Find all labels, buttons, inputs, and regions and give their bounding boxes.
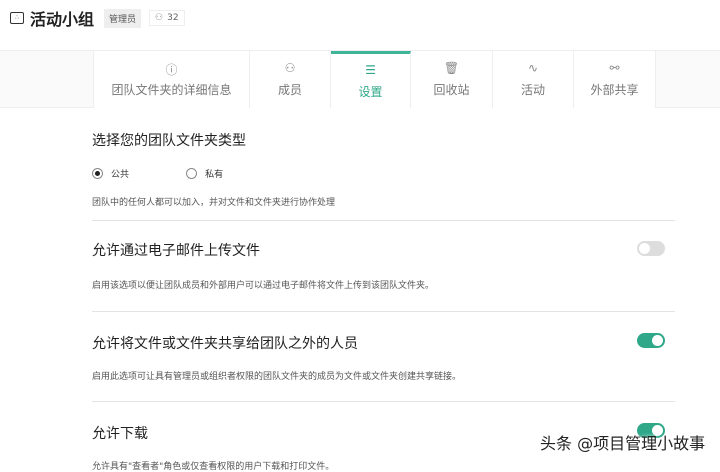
radio-dot — [92, 168, 103, 179]
tab-activity[interactable]: ∿ 活动 — [493, 51, 574, 108]
folder-type-heading: 选择您的团队文件夹类型 — [92, 133, 246, 149]
info-icon: ⓘ — [165, 63, 178, 77]
tab-details[interactable]: ⓘ 团队文件夹的详细信息 — [93, 51, 250, 108]
external-share-toggle[interactable] — [637, 333, 665, 348]
tab-bar: ⓘ 团队文件夹的详细信息 ⚇ 成员 ☰ 设置 🗑︎ 回收站 ∿ 活动 ⚯ 外部共享 — [0, 50, 720, 108]
setting-heading: 允许通过电子邮件上传文件 — [92, 243, 260, 259]
settings-sliders-icon: ☰ — [365, 62, 376, 77]
setting-desc: 启用该选项以便让团队成员和外部用户可以通过电子邮件将文件上传到该团队文件夹。 — [92, 281, 435, 291]
tab-trash[interactable]: 🗑︎ 回收站 — [411, 51, 493, 108]
divider — [92, 401, 675, 402]
setting-heading: 允许将文件或文件夹共享给团队之外的人员 — [92, 336, 358, 352]
page-title: 活动小组 — [30, 10, 95, 29]
member-count-button[interactable]: ⚇ 32 — [149, 10, 185, 26]
activity-icon: ∿ — [527, 61, 539, 75]
radio-dot — [186, 168, 198, 179]
watermark: 头条 @项目管理小故事 — [540, 434, 706, 453]
setting-desc: 启用此选项可让具有管理员或组织者权限的团队文件夹的成员为文件或文件夹创建共享链接… — [92, 372, 462, 382]
user-icon: ⚇ — [155, 13, 164, 23]
team-folder-icon: ∴ — [10, 12, 24, 24]
role-badge: 管理员 — [104, 8, 142, 28]
folder-type-desc: 团队中的任何人都可以加入，并对文件和文件夹进行协作处理 — [92, 198, 336, 208]
tab-external-share[interactable]: ⚯ 外部共享 — [574, 51, 656, 108]
email-upload-setting: 允许通过电子邮件上传文件 启用该选项以便让团队成员和外部用户可以通过电子邮件将文… — [92, 240, 675, 291]
members-icon: ⚇ — [284, 61, 296, 75]
email-upload-toggle[interactable] — [637, 241, 665, 256]
radio-private[interactable]: 私有 — [186, 167, 223, 180]
divider — [92, 220, 675, 221]
setting-desc: 允许具有"查看者"角色或仅查看权限的用户下载和打印文件。 — [92, 462, 335, 472]
tab-members[interactable]: ⚇ 成员 — [250, 51, 331, 108]
radio-public[interactable]: 公共 — [92, 167, 129, 180]
header: ∴ 活动小组 管理员 ⚇ 32 — [0, 0, 720, 36]
link-icon: ⚯ — [609, 61, 620, 75]
tab-settings[interactable]: ☰ 设置 — [331, 51, 411, 108]
trash-icon: 🗑︎ — [443, 61, 460, 75]
external-share-setting: 允许将文件或文件夹共享给团队之外的人员 启用此选项可让具有管理员或组织者权限的团… — [92, 333, 675, 382]
divider — [92, 311, 675, 312]
folder-type-section: 选择您的团队文件夹类型 公共 私有 团队中的任何人都可以加入，并对文件和文件夹进… — [92, 130, 675, 208]
